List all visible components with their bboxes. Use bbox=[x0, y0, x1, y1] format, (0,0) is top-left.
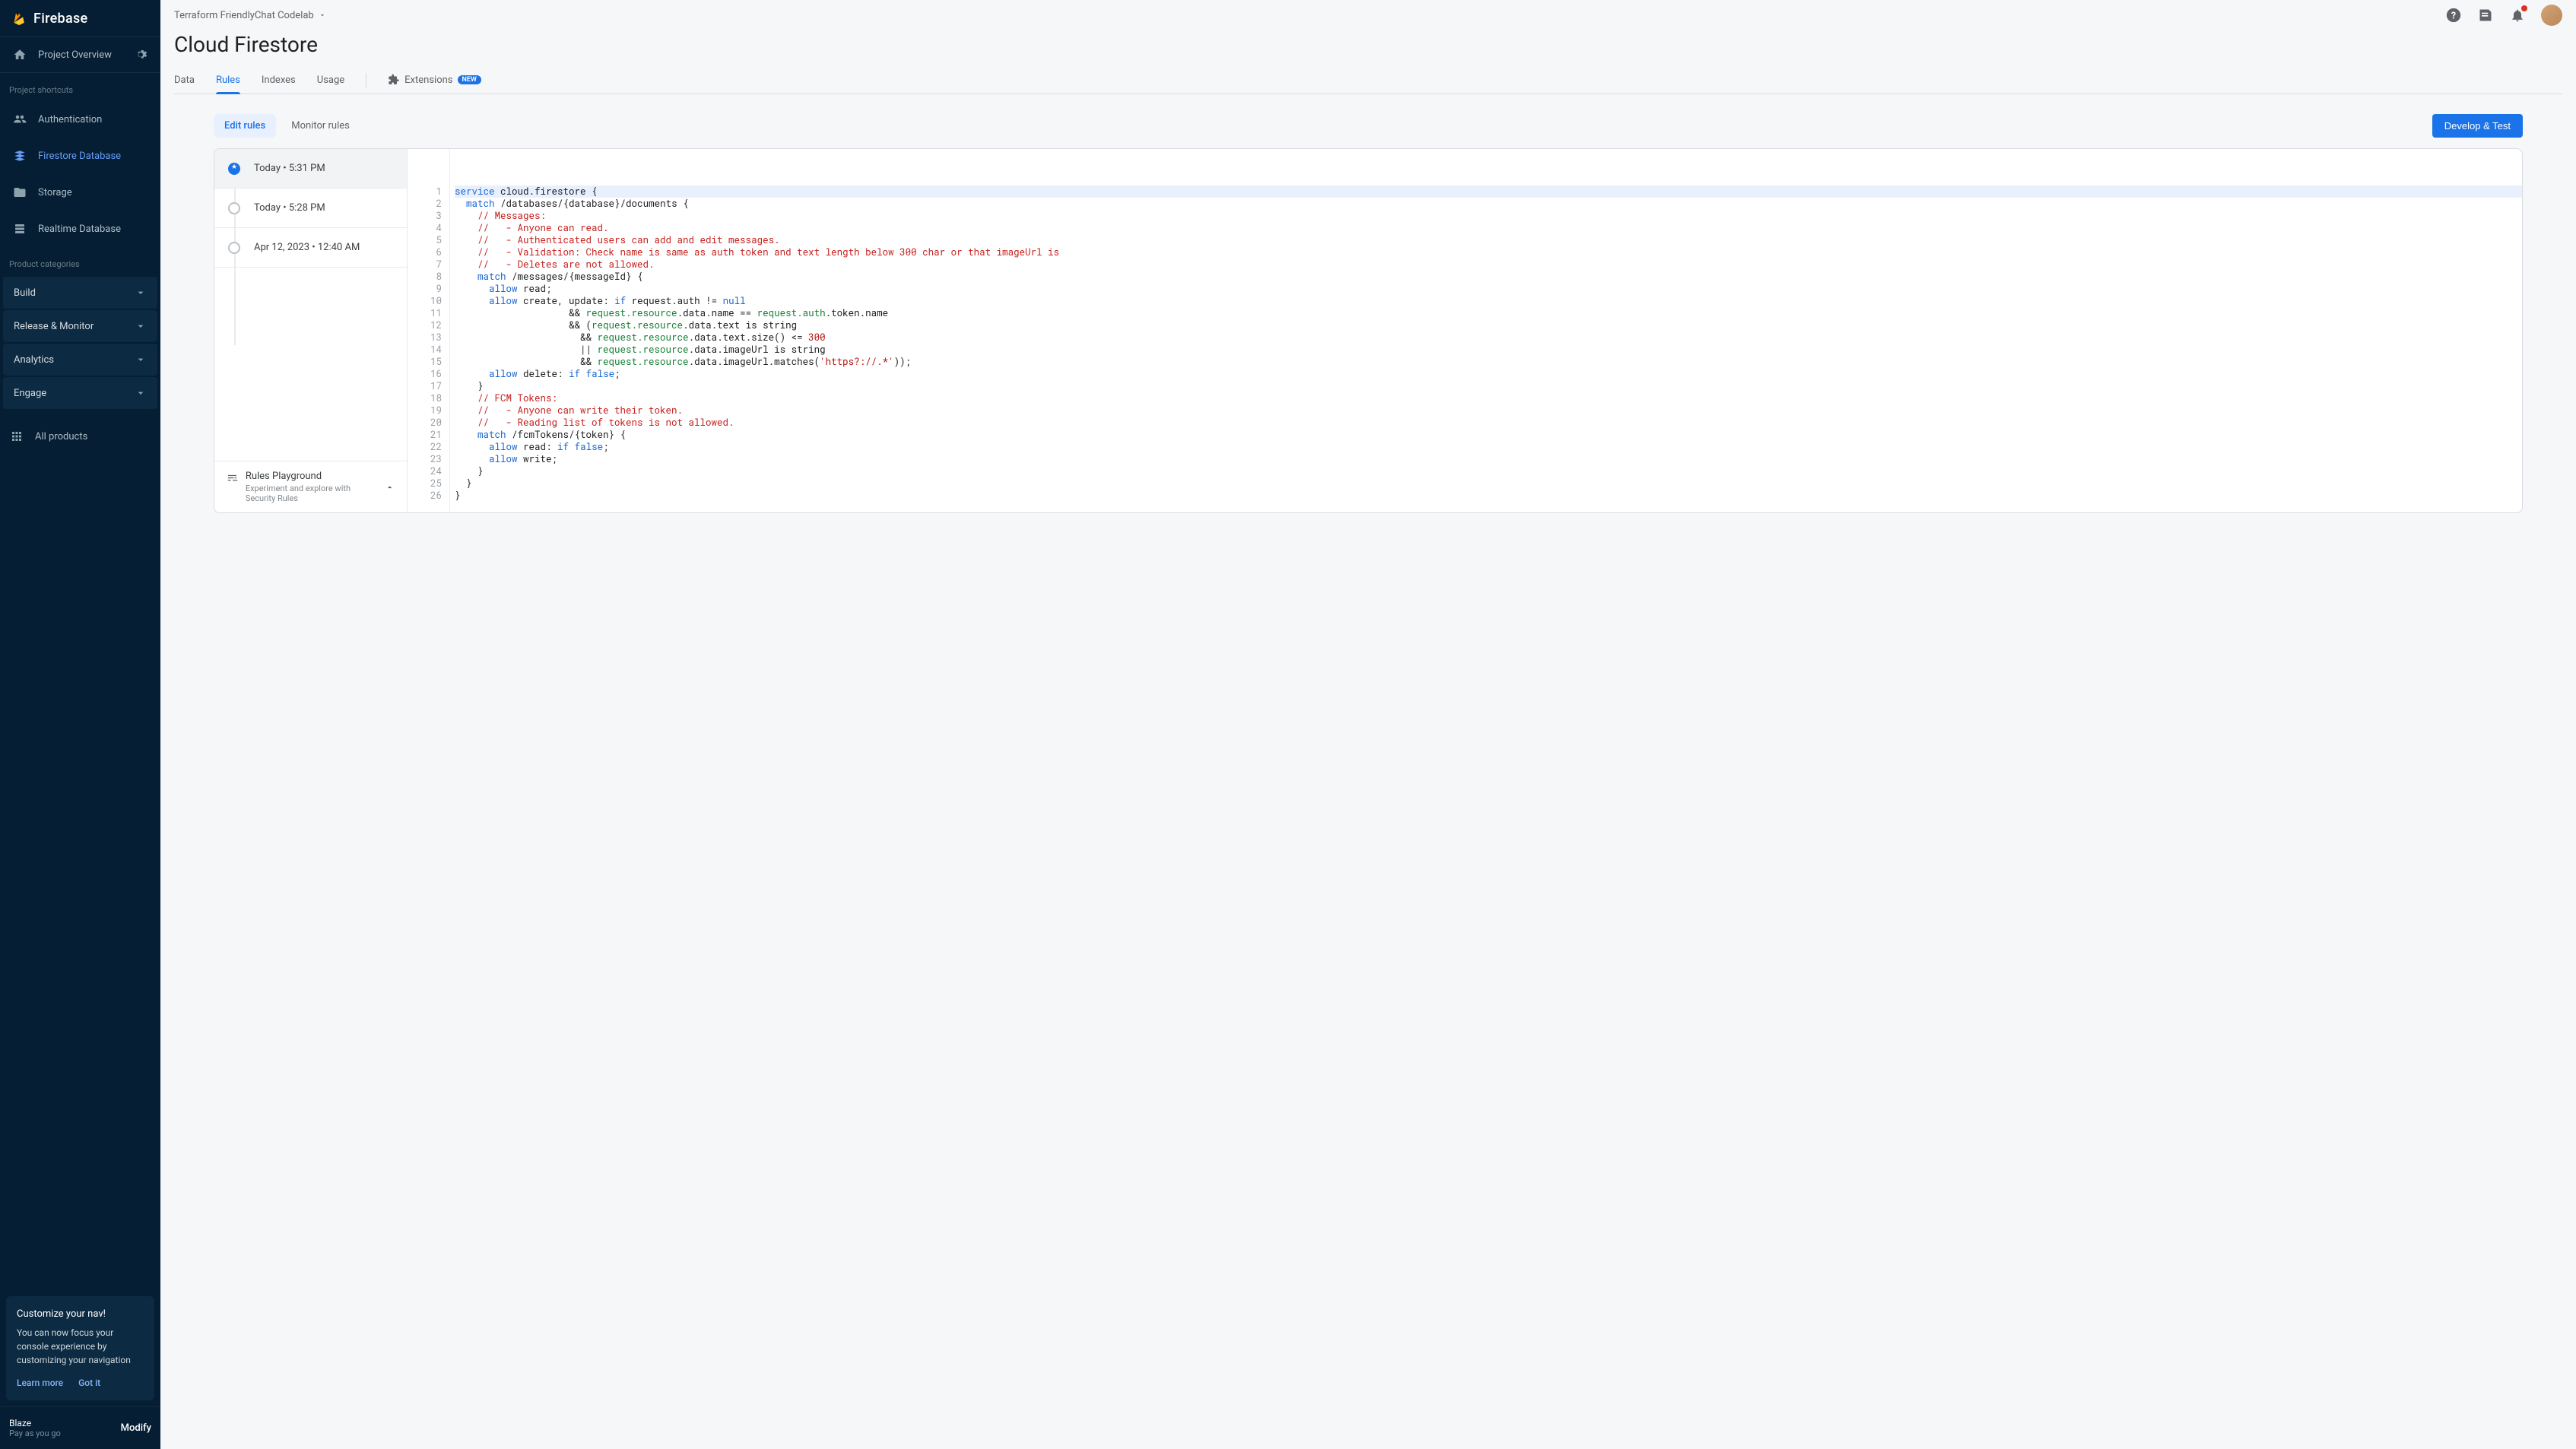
page-title: Cloud Firestore bbox=[174, 27, 2562, 68]
plan-row: Blaze Pay as you go Modify bbox=[0, 1406, 160, 1449]
firestore-tabs: Data Rules Indexes Usage Extensions NEW bbox=[174, 68, 2562, 94]
history-entry[interactable]: Today • 5:28 PM bbox=[214, 189, 407, 228]
category-label: Analytics bbox=[14, 354, 54, 366]
overview-label: Project Overview bbox=[38, 49, 112, 61]
line-gutter: 1234567891011121314151617181920212223242… bbox=[408, 149, 450, 512]
chevron-down-icon bbox=[319, 11, 326, 19]
sidebar-item-label: Authentication bbox=[38, 114, 102, 125]
category-engage[interactable]: Engage bbox=[3, 377, 157, 409]
chevron-down-icon bbox=[135, 320, 147, 332]
categories-label: Product categories bbox=[0, 247, 160, 275]
history-marker-icon bbox=[228, 202, 240, 214]
sidebar-item-label: Firestore Database bbox=[38, 151, 121, 162]
category-analytics[interactable]: Analytics bbox=[3, 344, 157, 376]
topbar: Terraform FriendlyChat Codelab ? bbox=[160, 0, 2576, 24]
tab-rules[interactable]: Rules bbox=[216, 68, 240, 94]
category-release-monitor[interactable]: Release & Monitor bbox=[3, 310, 157, 342]
all-products-link[interactable]: All products bbox=[0, 418, 160, 455]
playground-title: Rules Playground bbox=[246, 471, 377, 482]
category-label: Engage bbox=[14, 388, 46, 399]
chevron-up-icon bbox=[385, 481, 395, 493]
code-area[interactable]: service cloud.firestore { match /databas… bbox=[450, 149, 2522, 512]
svg-text:?: ? bbox=[2451, 11, 2456, 22]
new-badge: NEW bbox=[458, 75, 481, 84]
brand-text: Firebase bbox=[33, 11, 87, 27]
plan-name: Blaze bbox=[9, 1418, 61, 1428]
user-avatar[interactable] bbox=[2541, 5, 2562, 26]
tab-data[interactable]: Data bbox=[174, 68, 195, 94]
modify-plan-button[interactable]: Modify bbox=[121, 1422, 151, 1434]
folder-icon bbox=[12, 185, 27, 200]
help-icon[interactable]: ? bbox=[2444, 5, 2463, 25]
chevron-down-icon bbox=[135, 354, 147, 366]
history-timestamp: Today • 5:31 PM bbox=[254, 163, 325, 174]
firestore-icon bbox=[12, 148, 27, 163]
sidebar-item-storage[interactable]: Storage bbox=[0, 174, 160, 211]
got-it-link[interactable]: Got it bbox=[78, 1376, 100, 1390]
project-selector[interactable]: Terraform FriendlyChat Codelab bbox=[174, 10, 326, 21]
firebase-flame-icon bbox=[12, 9, 27, 27]
notifications-icon[interactable] bbox=[2508, 5, 2527, 25]
all-products-label: All products bbox=[35, 431, 87, 442]
release-notes-icon[interactable] bbox=[2476, 5, 2495, 25]
rules-editor[interactable]: 1234567891011121314151617181920212223242… bbox=[408, 149, 2522, 512]
sidebar-item-realtime-database[interactable]: Realtime Database bbox=[0, 211, 160, 247]
puzzle-icon bbox=[388, 74, 400, 86]
firebase-logo[interactable]: Firebase bbox=[0, 0, 160, 36]
history-entry[interactable]: Apr 12, 2023 • 12:40 AM bbox=[214, 228, 407, 268]
rules-toolbar: Edit rules Monitor rules Develop & Test bbox=[214, 114, 2523, 138]
grid-icon bbox=[9, 429, 24, 444]
playground-subtitle: Experiment and explore with Security Rul… bbox=[246, 484, 377, 503]
history-marker-icon bbox=[228, 242, 240, 254]
tune-icon bbox=[227, 471, 238, 484]
monitor-rules-button[interactable]: Monitor rules bbox=[281, 114, 360, 138]
learn-more-link[interactable]: Learn more bbox=[17, 1376, 63, 1390]
tab-extensions[interactable]: Extensions NEW bbox=[388, 68, 481, 94]
project-overview-link[interactable]: Project Overview bbox=[0, 36, 160, 73]
category-label: Release & Monitor bbox=[14, 321, 94, 332]
tab-usage[interactable]: Usage bbox=[317, 68, 344, 94]
main-content: Terraform FriendlyChat Codelab ? Cloud F… bbox=[160, 0, 2576, 1449]
shortcuts-label: Project shortcuts bbox=[0, 73, 160, 101]
history-entry[interactable]: Today • 5:31 PM bbox=[214, 149, 407, 189]
project-name: Terraform FriendlyChat Codelab bbox=[174, 10, 314, 21]
rules-playground-toggle[interactable]: Rules Playground Experiment and explore … bbox=[214, 461, 407, 512]
extensions-label: Extensions bbox=[404, 75, 452, 86]
tab-indexes[interactable]: Indexes bbox=[262, 68, 296, 94]
history-timestamp: Today • 5:28 PM bbox=[254, 202, 325, 214]
category-build[interactable]: Build bbox=[3, 277, 157, 309]
category-label: Build bbox=[14, 287, 36, 299]
promo-title: Customize your nav! bbox=[17, 1307, 144, 1322]
develop-test-button[interactable]: Develop & Test bbox=[2432, 114, 2523, 138]
chevron-down-icon bbox=[135, 387, 147, 399]
history-marker-icon bbox=[228, 163, 240, 175]
chevron-down-icon bbox=[135, 287, 147, 299]
nav-promo-card: Customize your nav! You can now focus yo… bbox=[6, 1296, 154, 1401]
edit-rules-button[interactable]: Edit rules bbox=[214, 114, 276, 138]
sidebar: Firebase Project Overview Project shortc… bbox=[0, 0, 160, 1449]
plan-subtitle: Pay as you go bbox=[9, 1428, 61, 1438]
sidebar-item-label: Realtime Database bbox=[38, 224, 121, 235]
promo-body: You can now focus your console experienc… bbox=[17, 1326, 144, 1367]
sidebar-item-label: Storage bbox=[38, 187, 72, 198]
history-column: Today • 5:31 PM Today • 5:28 PM Apr 12, 20… bbox=[214, 149, 408, 512]
home-icon bbox=[12, 47, 27, 62]
sidebar-item-firestore-database[interactable]: Firestore Database bbox=[0, 138, 160, 174]
sidebar-item-authentication[interactable]: Authentication bbox=[0, 101, 160, 138]
rules-panel: Today • 5:31 PM Today • 5:28 PM Apr 12, 20… bbox=[214, 148, 2523, 513]
history-timestamp: Apr 12, 2023 • 12:40 AM bbox=[254, 242, 360, 253]
database-icon bbox=[12, 221, 27, 236]
users-icon bbox=[12, 112, 27, 127]
gear-icon[interactable] bbox=[133, 47, 148, 62]
